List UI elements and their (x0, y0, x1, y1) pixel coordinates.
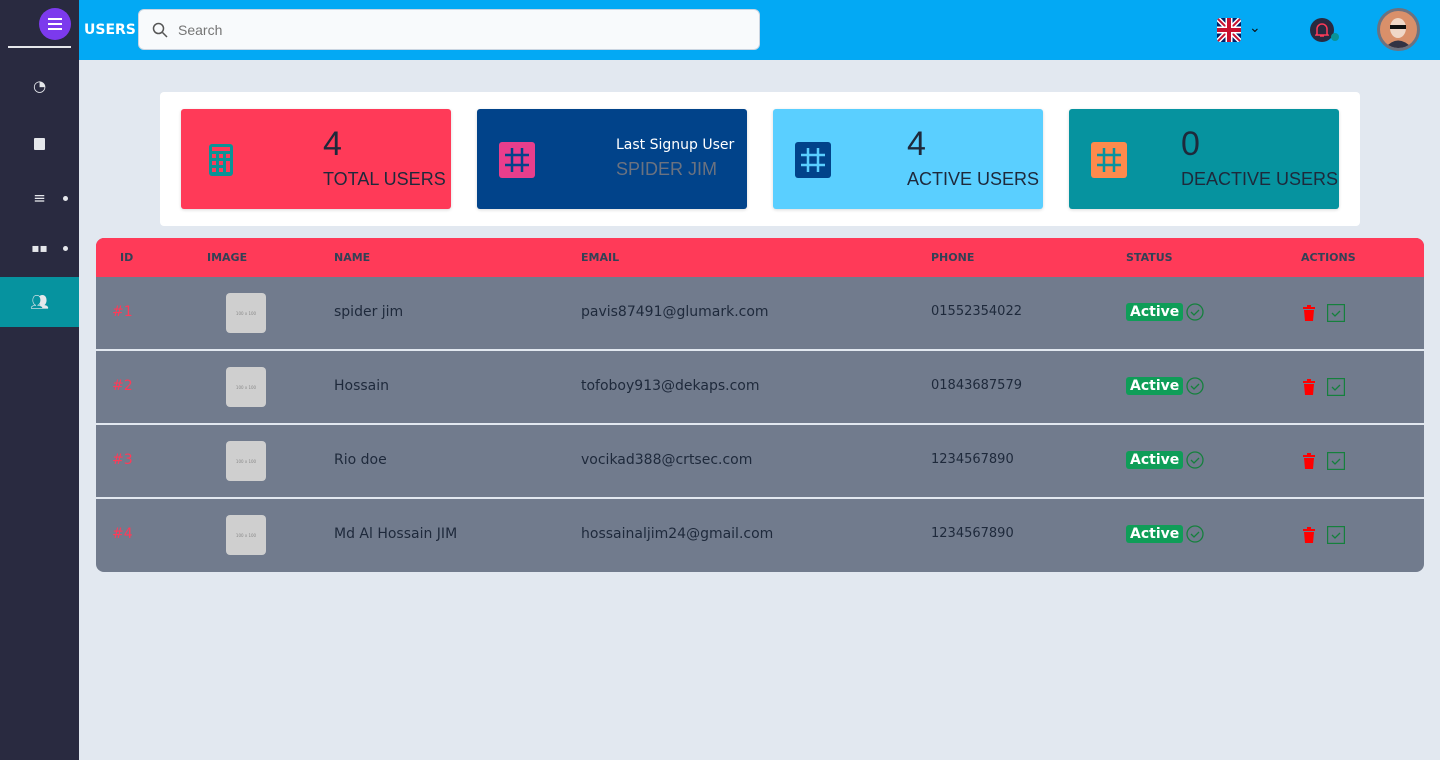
approve-checkbox[interactable] (1327, 452, 1345, 474)
user-name: spider jim (334, 304, 404, 320)
user-phone: 1234567890 (931, 452, 1014, 467)
table-row: #1 100 x 100 spider jim pavis87491@gluma… (96, 277, 1424, 351)
hash-icon (795, 142, 831, 178)
user-email: pavis87491@glumark.com (581, 304, 769, 320)
trash-icon (1303, 379, 1315, 395)
user-phone: 1234567890 (931, 526, 1014, 541)
column-header: ACTIONS (1301, 251, 1356, 264)
bell-icon (1315, 23, 1329, 37)
table-row: #2 100 x 100 Hossain tofoboy913@dekaps.c… (96, 351, 1424, 425)
user-image: 100 x 100 (226, 367, 266, 407)
user-image: 100 x 100 (226, 441, 266, 481)
avatar[interactable] (1377, 8, 1420, 51)
submenu-dot (63, 195, 68, 201)
stats-panel: 4 TOTAL USERS Last Signup User SPIDER JI… (160, 92, 1360, 226)
check-circle-icon (1186, 525, 1204, 543)
column-header: IMAGE (207, 251, 248, 264)
delete-button[interactable] (1302, 379, 1316, 399)
dashboard-icon: ◔ (32, 77, 47, 95)
stat-value: SPIDER JIM (616, 159, 718, 179)
checkbox-icon (1327, 452, 1345, 470)
table-header: ID IMAGE NAME EMAIL PHONE STATUS ACTIONS (96, 238, 1424, 277)
search-input[interactable] (178, 21, 738, 38)
sidebar-item-dashboard[interactable]: ◔ (0, 61, 79, 111)
sidebar: ◔ ≡ ▪▪ 👥︎ (0, 0, 79, 760)
stat-label: TOTAL USERS (323, 169, 446, 189)
document-icon (34, 138, 45, 150)
stat-label: ACTIVE USERS (907, 169, 1040, 189)
user-phone: 01552354022 (931, 304, 1022, 319)
column-header: STATUS (1126, 251, 1173, 264)
status-badge: Active (1126, 525, 1184, 543)
topbar: USERS ⌄ (79, 0, 1440, 60)
column-header: ID (120, 251, 134, 264)
sidebar-item-users[interactable]: 👥︎ (0, 277, 79, 327)
column-header: NAME (334, 251, 371, 264)
user-id: #3 (112, 452, 133, 468)
column-header: PHONE (931, 251, 975, 264)
check-circle-icon (1186, 451, 1204, 469)
hash-icon (499, 142, 535, 178)
menu-toggle-button[interactable] (39, 8, 71, 40)
stat-card-deactive-users: 0 DEACTIVE USERS (1069, 109, 1339, 209)
stat-value: 0 (1181, 125, 1200, 163)
stat-card-active-users: 4 ACTIVE USERS (773, 109, 1043, 209)
users-table: ID IMAGE NAME EMAIL PHONE STATUS ACTIONS… (96, 238, 1424, 572)
user-name: Rio doe (334, 452, 387, 468)
sidebar-item-apps[interactable]: ▪▪ (0, 223, 79, 273)
approve-checkbox[interactable] (1327, 304, 1345, 326)
delete-button[interactable] (1302, 305, 1316, 325)
table-row: #4 100 x 100 Md Al Hossain JIM hossainal… (96, 499, 1424, 572)
search-icon (152, 22, 168, 38)
user-email: hossainaljim24@gmail.com (581, 526, 774, 542)
user-name: Hossain (334, 378, 390, 394)
calculator-icon (203, 142, 239, 178)
search-box[interactable] (138, 9, 760, 50)
stat-card-total-users: 4 TOTAL USERS (181, 109, 451, 209)
page-title: USERS (84, 22, 136, 38)
hash-icon (1091, 142, 1127, 178)
check-circle-icon (1186, 377, 1204, 395)
list-icon: ≡ (33, 189, 46, 207)
table-row: #3 100 x 100 Rio doe vocikad388@crtsec.c… (96, 425, 1424, 499)
apps-icon: ▪▪ (31, 241, 48, 255)
users-icon: 👥︎ (29, 293, 50, 311)
approve-checkbox[interactable] (1327, 378, 1345, 400)
status-badge: Active (1126, 451, 1184, 469)
chevron-down-icon[interactable]: ⌄ (1249, 20, 1261, 36)
trash-icon (1303, 453, 1315, 469)
user-id: #2 (112, 378, 133, 394)
user-phone: 01843687579 (931, 378, 1022, 393)
user-id: #1 (112, 304, 133, 320)
trash-icon (1303, 527, 1315, 543)
user-name: Md Al Hossain JIM (334, 526, 458, 542)
user-image: 100 x 100 (226, 293, 266, 333)
uk-flag-icon[interactable] (1217, 18, 1241, 42)
stat-label: DEACTIVE USERS (1181, 169, 1339, 189)
user-email: tofoboy913@dekaps.com (581, 378, 760, 394)
checkbox-icon (1327, 378, 1345, 396)
divider (8, 46, 71, 48)
status-badge: Active (1126, 303, 1184, 321)
trash-icon (1303, 305, 1315, 321)
checkbox-icon (1327, 304, 1345, 322)
submenu-dot (63, 245, 68, 251)
stat-title: Last Signup User (616, 137, 735, 153)
user-email: vocikad388@crtsec.com (581, 452, 753, 468)
notification-dot (1331, 33, 1339, 41)
stat-value: 4 (323, 125, 342, 163)
sidebar-item-documents[interactable] (0, 119, 79, 169)
delete-button[interactable] (1302, 453, 1316, 473)
approve-checkbox[interactable] (1327, 526, 1345, 548)
user-id: #4 (112, 526, 133, 542)
status-badge: Active (1126, 377, 1184, 395)
delete-button[interactable] (1302, 527, 1316, 547)
stat-value: 4 (907, 125, 926, 163)
stat-card-last-signup: Last Signup User SPIDER JIM (477, 109, 747, 209)
column-header: EMAIL (581, 251, 620, 264)
checkbox-icon (1327, 526, 1345, 544)
sidebar-item-list[interactable]: ≡ (0, 173, 79, 223)
user-image: 100 x 100 (226, 515, 266, 555)
check-circle-icon (1186, 303, 1204, 321)
